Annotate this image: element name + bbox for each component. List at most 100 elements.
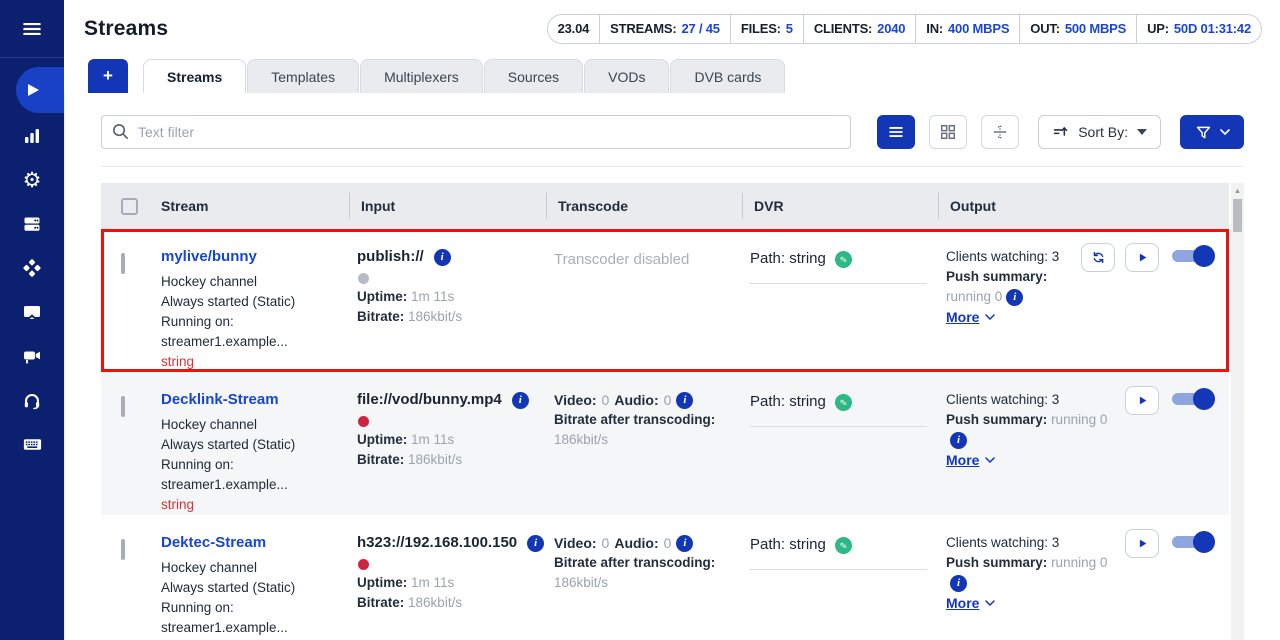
input-status-dot [358,273,369,284]
input-info-icon[interactable]: i [512,392,529,409]
push-summary-label: Push summary: [946,555,1047,570]
column-header-input: Input [349,183,546,229]
stream-enabled-toggle[interactable] [1171,243,1215,269]
sidebar-item-cluster[interactable] [0,246,64,290]
push-summary-value: running 0 [1051,555,1107,570]
scrollbar-thumb[interactable] [1233,199,1242,232]
tab-templates[interactable]: Templates [247,59,359,93]
stream-cell: Dektec-Stream Hockey channel Always star… [149,515,349,640]
version-badge: 23.04 [548,15,600,43]
transcoder-disabled-text: Transcoder disabled [554,247,734,270]
sidebar-item-keyboard[interactable] [0,422,64,466]
dvr-edit-icon[interactable]: ✎ [834,249,853,268]
gear-icon: ⚙ [23,170,42,191]
server-stats-bar: 23.04 STREAMS: 27 / 45 FILES: 5 CLIENTS:… [547,14,1262,44]
stat-streams: STREAMS: 27 / 45 [599,15,730,43]
sidebar-item-streams[interactable] [0,66,64,114]
more-chevron-icon [985,314,995,320]
stream-enabled-toggle[interactable] [1171,386,1215,412]
dvr-cell: Path: string ✎ [742,372,938,515]
table-body: mylive/bunny Hockey channel Always start… [101,229,1229,640]
table-scrollbar[interactable]: ▲ [1231,183,1244,640]
transcode-info-icon[interactable]: i [676,392,693,409]
page-title: Streams [84,17,168,41]
sidebar-item-settings[interactable]: ⚙ [0,158,64,202]
input-info-icon[interactable]: i [527,535,544,552]
play-icon [1136,537,1149,550]
push-info-icon[interactable]: i [1006,289,1023,306]
restart-button[interactable] [1081,243,1115,272]
sidebar-item-servers[interactable] [0,202,64,246]
tab-sources[interactable]: Sources [484,59,583,93]
row-checkbox[interactable] [121,396,125,417]
sidebar: ⚙ [0,0,64,640]
tab-multiplexers[interactable]: Multiplexers [360,59,483,93]
input-status-dot [358,559,369,570]
row-checkbox[interactable] [121,253,125,274]
dvr-divider [750,426,927,427]
tab-dvb-cards[interactable]: DVB cards [670,59,785,93]
filter-button[interactable] [1180,115,1244,149]
column-header-output: Output [938,183,1229,229]
sidebar-item-support[interactable] [0,378,64,422]
play-button[interactable] [1125,529,1159,558]
stream-name-link[interactable]: mylive/bunny [161,247,257,267]
transcode-info-icon[interactable]: i [676,535,693,552]
add-stream-button[interactable]: + [88,59,128,93]
row-checkbox[interactable] [121,539,125,560]
list-view-button[interactable] [877,115,915,149]
uptime-label: Uptime: [357,432,407,447]
tab-vods[interactable]: VODs [584,59,669,93]
clients-watching: Clients watching: 3 [946,247,1073,267]
server-icon [22,214,42,234]
push-info-icon[interactable]: i [950,432,967,449]
plus-icon: + [103,66,113,86]
grid-view-icon [939,123,957,141]
grid-view-button[interactable] [929,115,967,149]
dvr-divider [750,283,927,284]
content-panel: Sort By: ▲ Stream Input Transcode DVR [64,93,1280,640]
tab-streams[interactable]: Streams [143,59,246,93]
output-cell: Clients watching: 3 Push summary: runnin… [938,229,1229,372]
push-info-icon[interactable]: i [950,575,967,592]
table-row: Decklink-Stream Hockey channel Always st… [101,372,1229,515]
toggle-knob [1193,531,1215,553]
stream-name-link[interactable]: Decklink-Stream [161,390,279,410]
uptime-value: 1m 11s [411,432,454,447]
stream-enabled-toggle[interactable] [1171,529,1215,555]
menu-toggle-button[interactable] [0,0,64,58]
play-icon [1136,394,1149,407]
stream-name-link[interactable]: Dektec-Stream [161,533,266,553]
more-link[interactable]: More [946,450,995,470]
cluster-icon [22,258,42,278]
stat-uptime: UP: 50D 01:31:42 [1136,15,1261,43]
dvr-edit-icon[interactable]: ✎ [834,392,853,411]
select-all-checkbox[interactable] [121,198,138,215]
camera-icon [22,346,42,366]
input-url: h323://192.168.100.150 [357,533,517,553]
sidebar-item-cameras[interactable] [0,334,64,378]
sort-caret-icon [1137,129,1147,135]
output-cell: Clients watching: 3 Push summary: runnin… [938,515,1229,640]
stream-running-on: Running on: streamer1.example... [161,598,341,638]
scroll-up-arrow-icon[interactable]: ▲ [1231,183,1244,195]
more-link[interactable]: More [946,307,995,327]
column-header-transcode: Transcode [546,183,742,229]
play-button[interactable] [1125,386,1159,415]
sidebar-item-statistics[interactable] [0,114,64,158]
dvr-path: Path: string [750,392,826,412]
text-filter [101,115,851,149]
stat-clients: CLIENTS: 2040 [803,15,915,43]
input-info-icon[interactable]: i [434,249,451,266]
play-button[interactable] [1125,243,1159,272]
compact-view-button[interactable] [981,115,1019,149]
input-status-dot [358,416,369,427]
more-chevron-icon [985,457,995,463]
sort-by-dropdown[interactable]: Sort By: [1038,115,1161,149]
more-link[interactable]: More [946,593,995,613]
dvr-edit-icon[interactable]: ✎ [834,535,853,554]
text-filter-input[interactable] [101,115,851,149]
stream-tag: string [161,495,341,515]
dvr-path: Path: string [750,249,826,269]
sidebar-item-screens[interactable] [0,290,64,334]
